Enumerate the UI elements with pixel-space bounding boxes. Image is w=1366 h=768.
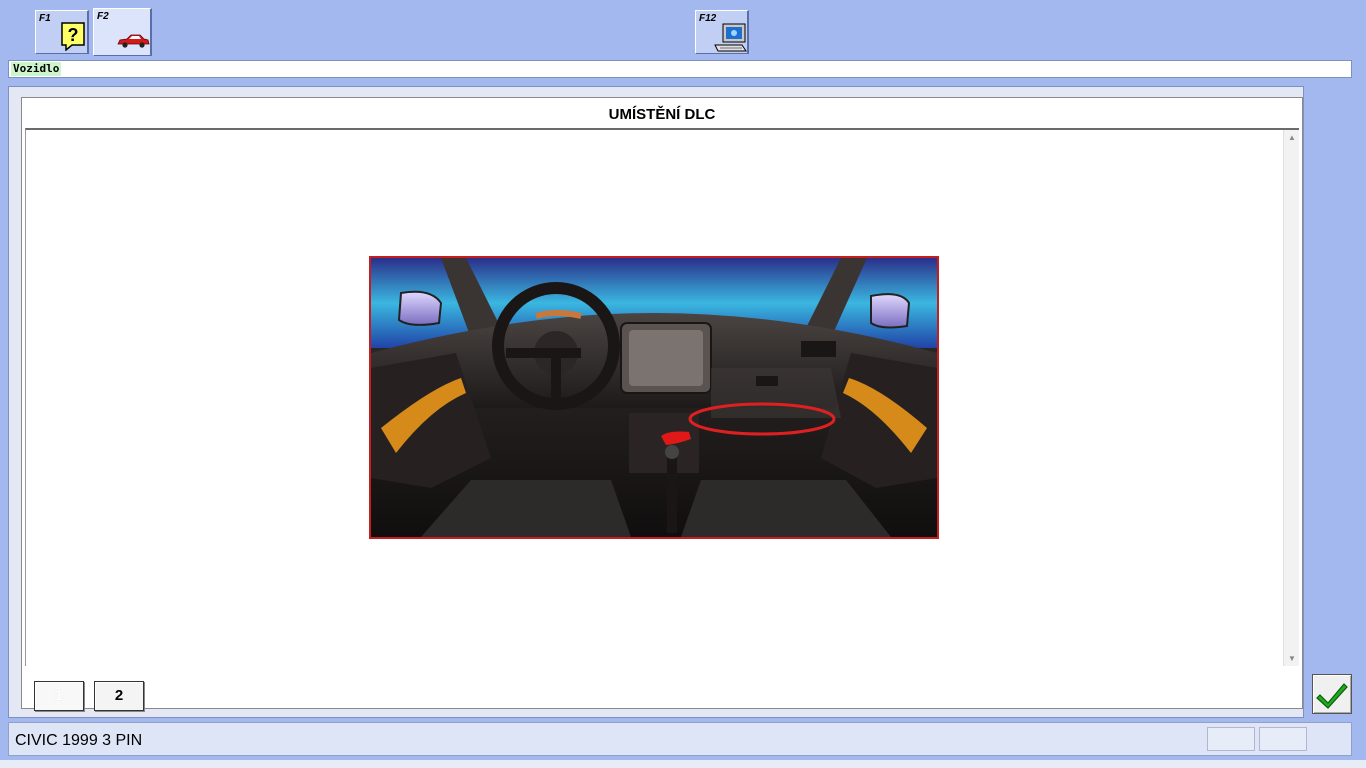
page-2-button[interactable]: 2 xyxy=(94,681,144,711)
page-1-label: 1 xyxy=(54,687,64,704)
f2-key-label: F2 xyxy=(97,11,109,22)
svg-text:?: ? xyxy=(68,25,79,45)
f1-help-button[interactable]: F1 ? xyxy=(35,10,89,54)
vehicle-label: Vozidlo xyxy=(11,62,62,76)
dashboard-illustration xyxy=(371,258,937,537)
vertical-scrollbar[interactable]: ▲ ▼ xyxy=(1283,130,1299,666)
scroll-down-icon[interactable]: ▼ xyxy=(1288,654,1296,663)
status-cell-1 xyxy=(1207,727,1255,751)
computer-terminal-icon xyxy=(714,23,747,52)
bottom-strip xyxy=(0,760,1366,768)
help-question-icon: ? xyxy=(61,22,85,51)
function-toolbar: F1 ? F2 F12 xyxy=(0,0,1366,56)
f12-communication-button[interactable]: F12 xyxy=(695,10,749,54)
status-vehicle-text: CIVIC 1999 3 PIN xyxy=(15,732,143,749)
panel-title: UMÍSTĚNÍ DLC xyxy=(608,106,716,123)
f2-vehicle-button[interactable]: F2 xyxy=(93,8,152,56)
ok-button[interactable] xyxy=(1312,674,1352,714)
status-bar: CIVIC 1999 3 PIN xyxy=(8,722,1352,756)
status-cell-2 xyxy=(1259,727,1307,751)
vehicle-bar: Vozidlo xyxy=(8,60,1352,78)
page-1-button[interactable]: 1 xyxy=(34,681,84,711)
red-car-icon xyxy=(117,34,150,48)
dlc-location-panel: UMÍSTĚNÍ DLC ▲ ▼ 1 2 xyxy=(21,97,1303,711)
scroll-up-icon[interactable]: ▲ xyxy=(1288,133,1296,142)
main-frame: UMÍSTĚNÍ DLC ▲ ▼ 1 2 xyxy=(8,86,1304,718)
checkmark-icon xyxy=(1316,683,1348,709)
f1-key-label: F1 xyxy=(39,13,51,24)
dlc-location-image xyxy=(369,256,939,539)
content-area: ▲ ▼ xyxy=(25,128,1299,666)
page-2-label: 2 xyxy=(114,687,124,704)
